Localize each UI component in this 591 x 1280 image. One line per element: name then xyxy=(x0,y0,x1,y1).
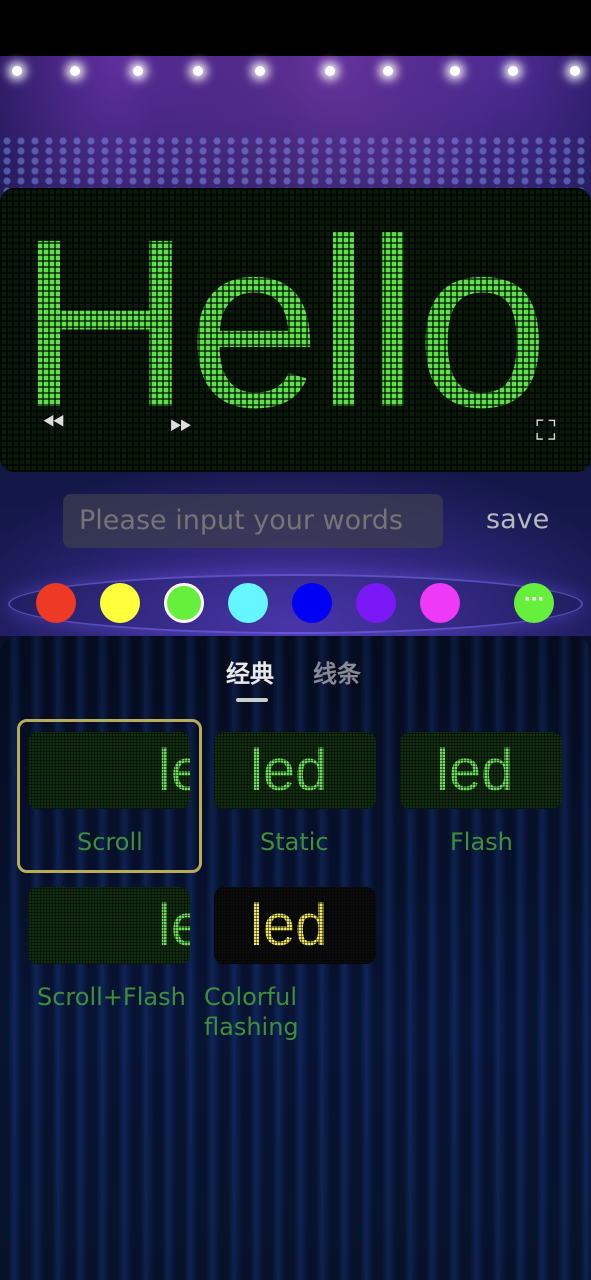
mode-label-scroll-flash: Scroll+Flash xyxy=(37,983,186,1011)
active-tab-indicator xyxy=(236,698,268,702)
fast-forward-icon[interactable]: ⏩︎ xyxy=(170,406,192,440)
color-swatch[interactable] xyxy=(292,583,332,623)
spotlight xyxy=(508,66,518,76)
mode-label-colorful-flashing: Colorful flashing xyxy=(204,983,299,1041)
spotlight xyxy=(70,66,80,76)
spotlight xyxy=(570,66,580,76)
more-colors-button[interactable]: ··· xyxy=(514,583,554,623)
words-input[interactable] xyxy=(63,494,443,548)
status-bar xyxy=(0,0,591,56)
tab-lines[interactable]: 线条 xyxy=(313,654,361,689)
mode-label-scroll: Scroll xyxy=(77,828,143,856)
rewind-icon[interactable]: ⏪︎ xyxy=(42,406,64,440)
color-swatch[interactable] xyxy=(420,583,460,623)
spotlight xyxy=(133,66,143,76)
spotlight xyxy=(383,66,393,76)
led-display: Hello ⏪︎ ⏩︎ ⛶ xyxy=(0,188,591,472)
spotlight xyxy=(325,66,335,76)
color-swatch[interactable] xyxy=(36,583,76,623)
mode-card-scroll[interactable]: le xyxy=(28,732,190,809)
spotlight xyxy=(255,66,265,76)
mode-label-static: Static xyxy=(260,828,329,856)
spotlight xyxy=(193,66,203,76)
save-button[interactable]: save xyxy=(486,504,549,535)
color-swatch[interactable] xyxy=(164,583,204,623)
more-icon: ··· xyxy=(523,589,545,610)
mode-card-scroll-flash[interactable]: le xyxy=(28,887,190,964)
mode-card-colorful-flashing[interactable]: led xyxy=(214,887,376,964)
fullscreen-icon[interactable]: ⛶ xyxy=(536,414,556,448)
mode-card-flash[interactable]: led xyxy=(400,732,562,809)
spotlight xyxy=(450,66,460,76)
spotlight xyxy=(12,66,22,76)
tab-classic[interactable]: 经典 xyxy=(226,654,274,689)
mode-card-static[interactable]: led xyxy=(214,732,376,809)
color-swatch[interactable] xyxy=(100,583,140,623)
mode-label-flash: Flash xyxy=(450,828,513,856)
color-swatch[interactable] xyxy=(356,583,396,623)
color-swatch[interactable] xyxy=(228,583,268,623)
led-display-text: Hello xyxy=(18,189,549,457)
